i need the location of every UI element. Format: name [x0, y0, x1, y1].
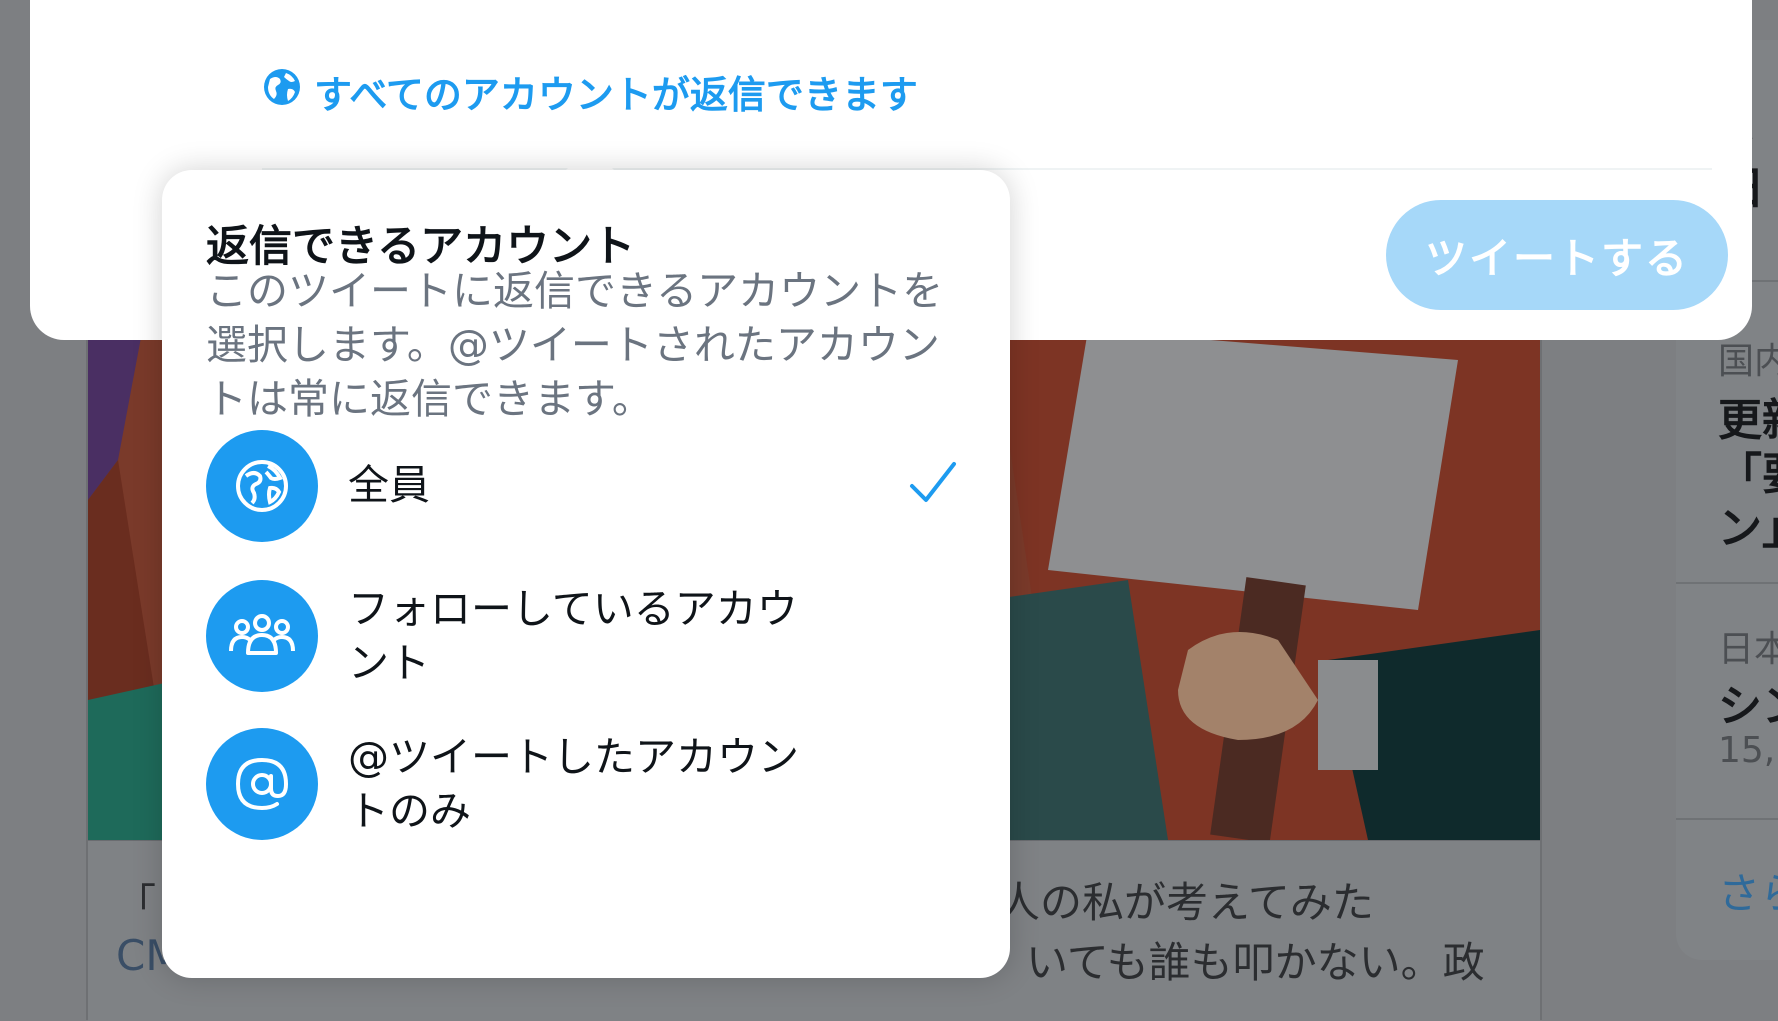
option-label: 全員 [348, 461, 430, 509]
reply-setting-label: すべてのアカウントが返信できます [314, 72, 918, 117]
people-icon [206, 580, 318, 692]
trend-category: 国内 [1718, 341, 1778, 382]
reply-options-popover: 返信できるアカウント このツイートに返信できるアカウントを選択します。@ツイート… [162, 170, 1010, 978]
caption-text: 人の私が考えてみた [998, 878, 1374, 927]
checkmark-icon [906, 456, 960, 510]
trend-title: ン」 [1718, 503, 1778, 554]
option-label: @ツイートしたアカウントのみ [348, 733, 799, 835]
caption-text: いても誰も叩かない。政 [1026, 938, 1485, 987]
globe-icon [262, 67, 302, 116]
reply-option-mentioned[interactable]: @ツイートしたアカウントのみ [206, 728, 966, 848]
caption-text: 「 [116, 881, 156, 927]
show-more-link[interactable]: さら [1718, 860, 1778, 921]
divider [1676, 582, 1778, 584]
popover-description: このツイートに返信できるアカウントを選択します。@ツイートされたアカウントは常に… [206, 267, 944, 423]
popover-caret [564, 146, 616, 172]
trend-category: 日本 [1718, 629, 1778, 670]
reply-setting-button[interactable]: すべてのアカウントが返信できます [262, 66, 918, 117]
at-icon [206, 728, 318, 840]
option-label: フォローしているアカウント [348, 585, 798, 687]
reply-option-everyone[interactable]: 全員 [206, 430, 966, 550]
trend-title[interactable]: シン [1718, 670, 1778, 734]
tweet-button[interactable]: ツイートする [1386, 200, 1728, 310]
reply-option-following[interactable]: フォローしているアカウント [206, 580, 966, 700]
trend-count: 15, [1718, 730, 1776, 771]
globe-icon [206, 430, 318, 542]
divider [1676, 818, 1778, 820]
